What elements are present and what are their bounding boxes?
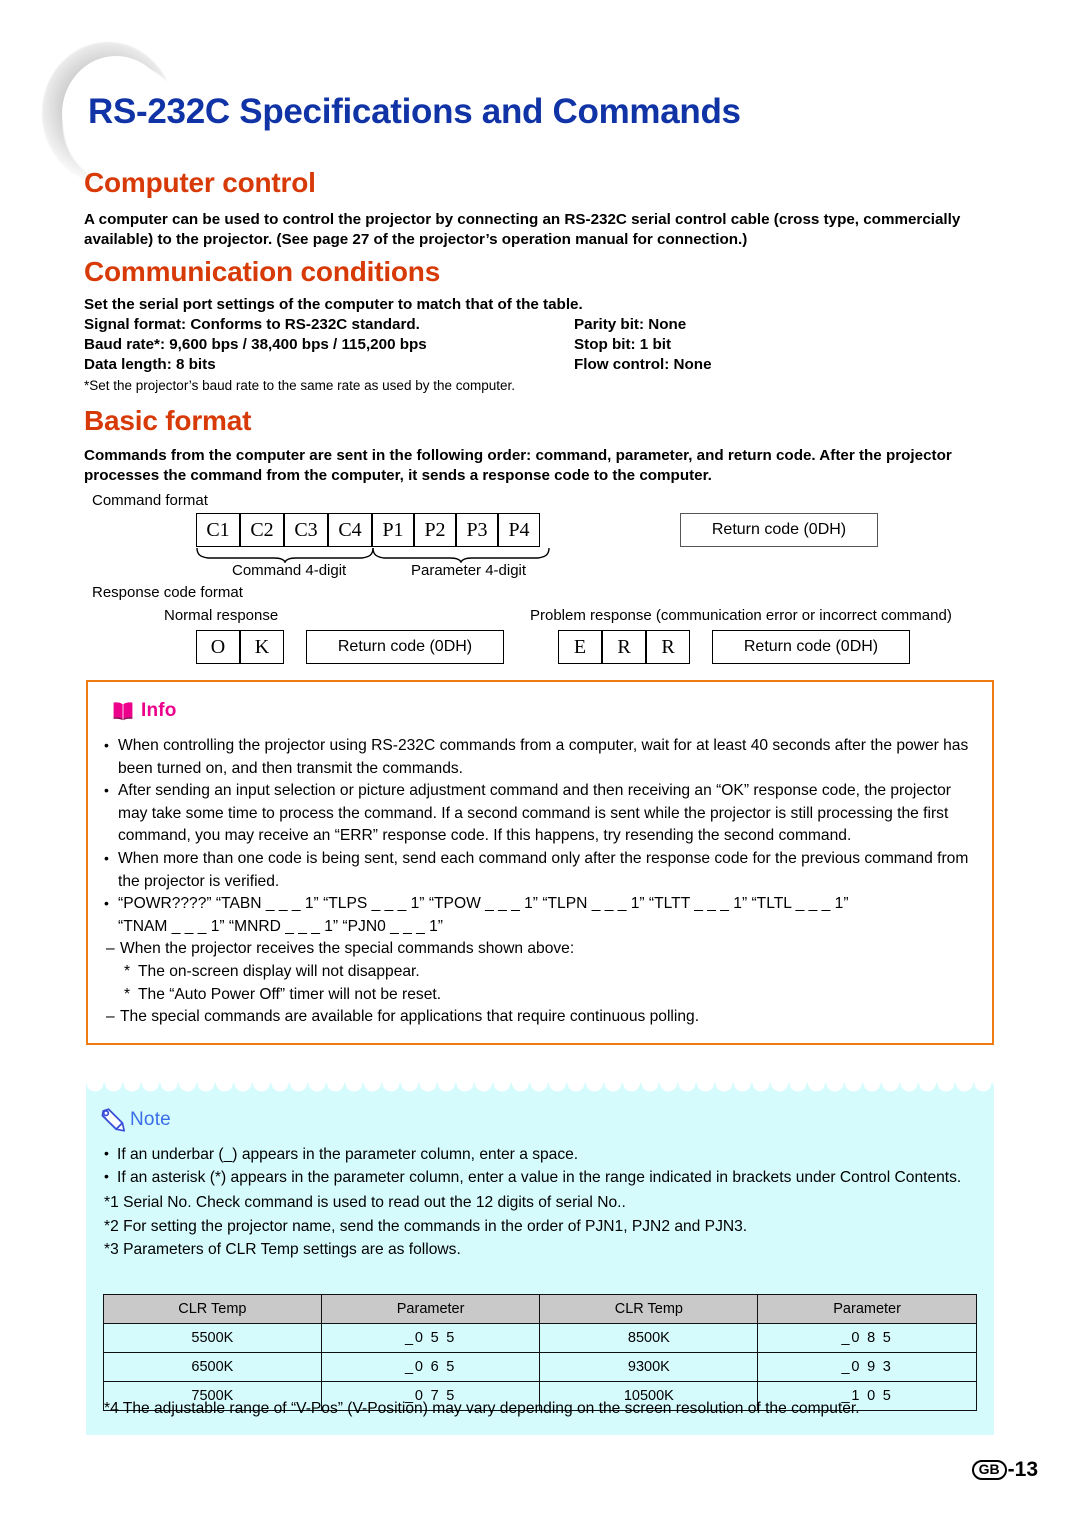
label-problem-response: Problem response (communication error or… [530, 607, 952, 624]
clr-temp-table: CLR Temp Parameter CLR Temp Parameter 55… [103, 1294, 977, 1411]
command-cell-c1: C1 [196, 513, 240, 547]
command-cell-p2: P2 [414, 513, 456, 547]
info-sub-item-2: The “Auto Power Off” timer will not be r… [104, 984, 984, 1007]
info-content: When controlling the projector using RS-… [104, 734, 984, 1029]
brace-command-4digit-icon [196, 547, 374, 563]
note-numbered-1: *2 For setting the projector name, send … [104, 1217, 748, 1235]
comm-intro: Set the serial port settings of the comp… [84, 296, 583, 313]
cell-clr-temp-r1c2: 9300K [539, 1352, 759, 1382]
note-content: If an underbar (_) appears in the parame… [104, 1142, 992, 1261]
label-response-code-format: Response code format [92, 584, 243, 601]
page-footer: GB -13 [971, 1458, 1038, 1482]
note-scallop-edge [86, 1083, 994, 1094]
return-code-box-normal: Return code (0DH) [306, 630, 504, 664]
cell-parameter-r0c1: _0 5 5 [320, 1323, 541, 1353]
command-cell-c4: C4 [328, 513, 372, 547]
note-title: Note [130, 1109, 171, 1130]
cell-parameter-r1c3: _0 9 3 [757, 1352, 977, 1382]
command-format-cells: C1 C2 C3 C4 P1 P2 P3 P4 [196, 513, 540, 547]
info-special-commands-line-2: “TNAM _ _ _ 1” “MNRD _ _ _ 1” “PJN0 _ _ … [118, 917, 443, 935]
pencil-icon [101, 1108, 126, 1132]
table-row: 6500K _0 6 5 9300K _0 9 3 [103, 1352, 977, 1382]
label-parameter-4digit: Parameter 4-digit [411, 562, 527, 579]
heading-computer-control: Computer control [84, 167, 316, 198]
comm-row-0-left: Signal format: Conforms to RS-232C stand… [84, 316, 420, 333]
note-numbered-0: *1 Serial No. Check command is used to r… [104, 1194, 626, 1212]
comm-row-2-left: Data length: 8 bits [84, 356, 216, 373]
heading-basic-format: Basic format [84, 405, 252, 436]
heading-communication-conditions: Communication conditions [84, 256, 441, 287]
normal-response-cells: O K [196, 630, 284, 664]
command-cell-c2: C2 [240, 513, 284, 547]
response-cell-o: O [196, 630, 240, 664]
comm-row-2-right: Flow control: None [574, 356, 712, 373]
info-item-1: After sending an input selection or pict… [104, 779, 984, 848]
cell-clr-temp-r0c2: 8500K [539, 1323, 759, 1353]
info-sub-item-1: The on-screen display will not disappear… [104, 961, 984, 984]
note-footnote: *4 The adjustable range of “V-Pos” (V-Po… [104, 1400, 860, 1417]
cell-parameter-r1c1: _0 6 5 [320, 1352, 541, 1382]
region-badge: GB [971, 1460, 1007, 1480]
label-command-format: Command format [92, 492, 208, 509]
command-cell-c3: C3 [284, 513, 328, 547]
info-item-0: When controlling the projector using RS-… [104, 734, 984, 780]
comm-row-1-left: Baud rate*: 9,600 bps / 38,400 bps / 115… [84, 336, 427, 353]
cell-clr-temp-r0c0: 5500K [103, 1323, 322, 1353]
brace-parameter-4digit-icon [372, 547, 550, 563]
return-code-box-command: Return code (0DH) [680, 513, 878, 547]
book-icon [113, 702, 133, 721]
info-special-commands-line-1: “POWR????” “TABN _ _ _ 1” “TLPS _ _ _ 1”… [104, 892, 984, 916]
paragraph-basic-format: Commands from the computer are sent in t… [84, 447, 952, 484]
info-sub-item-3: The special commands are available for a… [104, 1006, 984, 1029]
response-cell-e: E [558, 630, 602, 664]
command-cell-p3: P3 [456, 513, 498, 547]
info-sub-item-0: When the projector receives the special … [104, 938, 984, 961]
comm-footnote: *Set the projector’s baud rate to the sa… [84, 378, 516, 393]
label-normal-response: Normal response [164, 607, 279, 624]
note-item-1: If an asterisk (*) appears in the parame… [104, 1165, 992, 1189]
info-item-2: When more than one code is being sent, s… [104, 847, 984, 893]
note-header: Note [100, 1108, 171, 1132]
table-header-parameter-2: Parameter [757, 1294, 977, 1324]
cell-clr-temp-r1c0: 6500K [103, 1352, 322, 1382]
page-number: -13 [1007, 1458, 1038, 1481]
problem-response-cells: E R R [558, 630, 690, 664]
table-row: 5500K _0 5 5 8500K _0 8 5 [103, 1323, 977, 1353]
table-header-row: CLR Temp Parameter CLR Temp Parameter [103, 1294, 977, 1324]
note-item-0: If an underbar (_) appears in the parame… [104, 1142, 992, 1166]
command-cell-p4: P4 [498, 513, 540, 547]
info-title: Info [141, 700, 177, 721]
response-cell-k: K [240, 630, 284, 664]
comm-row-1-right: Stop bit: 1 bit [574, 336, 672, 353]
document-page: RS-232C Specifications and Commands Comp… [0, 0, 1080, 1523]
cell-parameter-r0c3: _0 8 5 [757, 1323, 977, 1353]
label-command-4digit: Command 4-digit [232, 562, 347, 579]
response-cell-r1: R [602, 630, 646, 664]
page-title: RS-232C Specifications and Commands [88, 92, 741, 131]
table-header-clr-temp-1: CLR Temp [103, 1294, 322, 1324]
table-header-parameter-1: Parameter [320, 1294, 541, 1324]
return-code-box-problem: Return code (0DH) [712, 630, 910, 664]
command-cell-p1: P1 [372, 513, 414, 547]
comm-row-0-right: Parity bit: None [574, 316, 687, 333]
response-cell-r2: R [646, 630, 690, 664]
note-numbered-2: *3 Parameters of CLR Temp settings are a… [104, 1240, 461, 1258]
paragraph-computer-control: A computer can be used to control the pr… [84, 211, 961, 248]
table-header-clr-temp-2: CLR Temp [539, 1294, 759, 1324]
info-header: Info [112, 700, 177, 722]
